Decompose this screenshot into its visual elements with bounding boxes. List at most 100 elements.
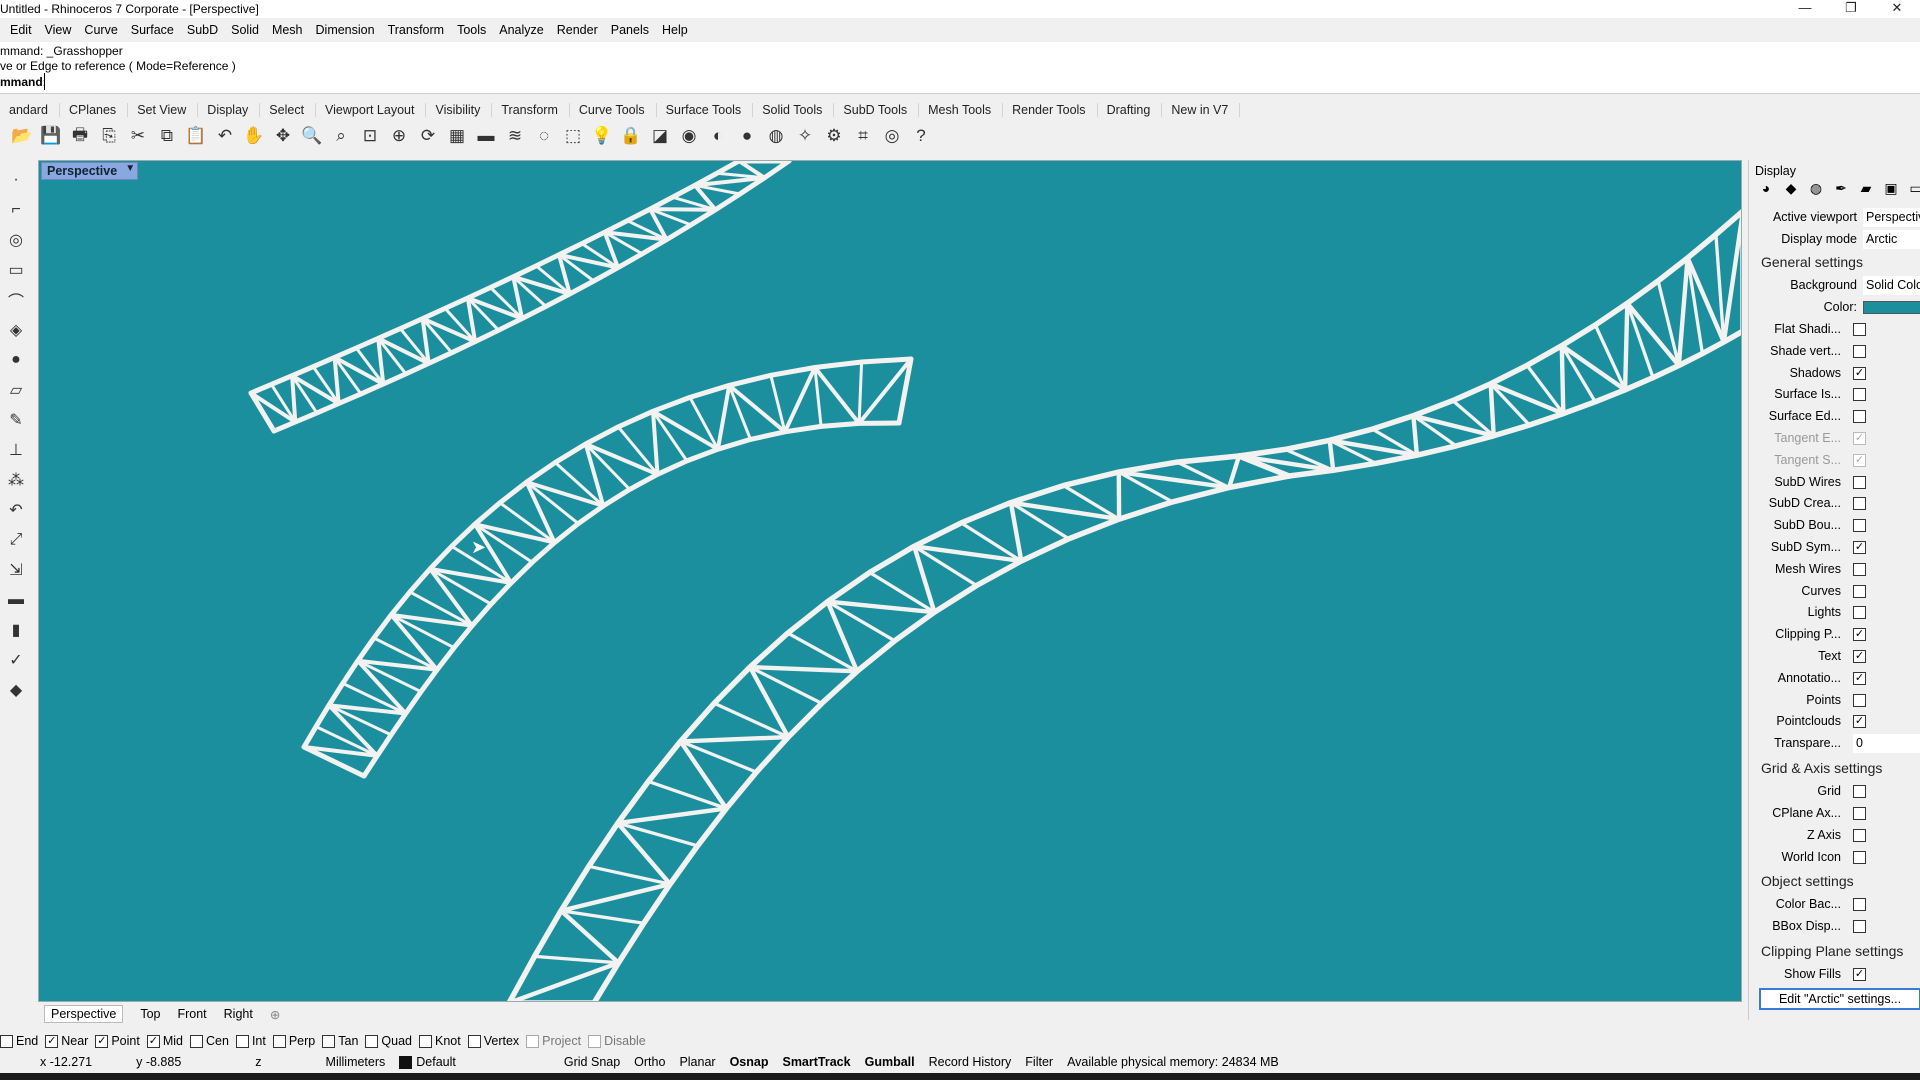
check-tool-icon[interactable]: ✓ [2, 646, 30, 674]
osnap-near[interactable]: ✓ Near [45, 1034, 88, 1048]
object-option-checkbox[interactable] [1853, 898, 1866, 912]
fillet-tool-icon[interactable]: ↶ [2, 496, 30, 524]
clipping-option-checkbox[interactable]: ✓ [1853, 968, 1866, 981]
display-option-checkbox[interactable]: ✓ [1853, 366, 1866, 380]
color-swatch[interactable] [1863, 301, 1920, 314]
osnap-quad[interactable]: Quad [365, 1034, 412, 1048]
menu-item-panels[interactable]: Panels [611, 23, 649, 37]
material-icon[interactable]: ◐ [706, 124, 730, 148]
layer-icon[interactable]: ≋ [503, 124, 527, 148]
options-icon[interactable]: ⚙ [822, 124, 846, 148]
undo-icon[interactable]: ↶ [213, 124, 237, 148]
osnap-vertex[interactable]: Vertex [467, 1034, 519, 1048]
osnap-cen[interactable]: Cen [190, 1034, 229, 1048]
toolbar-tab[interactable]: Set View [128, 102, 199, 117]
toolbar-tab[interactable]: Display [198, 102, 261, 117]
print-icon[interactable]: 🖶 [68, 124, 92, 148]
display-option-checkbox[interactable] [1853, 344, 1866, 358]
minimize-button[interactable]: — [1782, 0, 1828, 18]
gumball-icon[interactable]: ✧ [793, 124, 817, 148]
display-option-checkbox[interactable]: ✓ [1853, 432, 1866, 445]
background-field-value[interactable]: Solid Color [1863, 276, 1920, 295]
viewport-title[interactable]: Perspective ▼ [41, 162, 139, 180]
osnap-checkbox[interactable] [272, 1034, 286, 1048]
menu-item-transform[interactable]: Transform [388, 23, 445, 37]
add-viewport-icon[interactable]: ⊕ [270, 1007, 280, 1022]
maximize-button[interactable]: ❐ [1828, 0, 1874, 18]
globe-icon[interactable]: ◎ [880, 124, 904, 148]
caret-down-icon[interactable]: ▼ [125, 163, 135, 174]
osnap-checkbox[interactable] [0, 1034, 13, 1048]
circle-tool-icon[interactable]: ◎ [2, 226, 30, 254]
display-option-checkbox[interactable] [1853, 323, 1866, 336]
osnap-checkbox[interactable] [235, 1034, 249, 1048]
display-option-checkbox[interactable]: ✓ [1853, 671, 1866, 685]
display-option-checkbox[interactable] [1853, 693, 1866, 707]
menu-item-curve[interactable]: Curve [84, 23, 117, 37]
menu-item-analyze[interactable]: Analyze [499, 23, 543, 37]
paint-tool-icon[interactable]: ◆ [2, 676, 30, 704]
select-icon[interactable]: ⬚ [561, 124, 585, 148]
shaded-icon[interactable]: ● [735, 124, 759, 148]
command-input[interactable] [44, 73, 1914, 90]
osnap-disable[interactable]: Disable [588, 1034, 646, 1048]
viewport-tab-perspective[interactable]: Perspective [44, 1005, 124, 1023]
units-label[interactable]: Millimeters [326, 1055, 386, 1069]
osnap-checkbox[interactable] [419, 1034, 432, 1048]
osnap-int[interactable]: Int [235, 1034, 266, 1048]
toolbar-tab[interactable]: Curve Tools [570, 102, 657, 117]
toolbar-tab[interactable]: Mesh Tools [919, 102, 1004, 117]
toolbar-tab[interactable]: Select [260, 102, 317, 117]
material-icon[interactable]: ◆ [1780, 180, 1802, 198]
menu-item-render[interactable]: Render [557, 23, 598, 37]
display-option-checkbox[interactable] [1853, 519, 1866, 533]
edit-display-mode-button[interactable]: Edit "Arctic" settings... [1759, 988, 1920, 1010]
toolbar-tab[interactable]: Visibility [426, 102, 493, 117]
grid-snap-toggle[interactable]: Grid Snap [564, 1055, 620, 1069]
menu-item-surface[interactable]: Surface [131, 23, 174, 37]
osnap-point[interactable]: ✓ Point [95, 1034, 140, 1048]
display-option-checkbox[interactable] [1853, 584, 1866, 598]
display-option-checkbox[interactable] [1853, 410, 1866, 424]
osnap-checkbox[interactable] [588, 1034, 602, 1048]
import-icon[interactable]: ⎘ [97, 124, 121, 148]
menu-item-mesh[interactable]: Mesh [272, 23, 303, 37]
scale-tool-icon[interactable]: ⤢ [2, 526, 30, 554]
display-option-checkbox[interactable] [1853, 606, 1866, 620]
pen-icon[interactable]: ✒ [1830, 180, 1852, 198]
curve-tool-icon[interactable]: ⌒ [2, 286, 30, 314]
mesh-tool-icon[interactable]: ▱ [2, 376, 30, 404]
close-button[interactable]: ✕ [1874, 0, 1920, 18]
layer-indicator[interactable]: Default [399, 1055, 470, 1070]
cut-icon[interactable]: ✂ [126, 124, 150, 148]
properties-icon[interactable]: ▬ [474, 124, 498, 148]
light-icon[interactable]: 💡 [590, 124, 614, 148]
viewport-tab-top[interactable]: Top [140, 1007, 160, 1021]
point-icon[interactable]: ◌ [532, 124, 556, 148]
menu-item-help[interactable]: Help [662, 23, 688, 37]
copy-icon[interactable]: ⧉ [155, 124, 179, 148]
zoom-selected-icon[interactable]: ⊕ [387, 124, 411, 148]
toolbar-tab[interactable]: SubD Tools [834, 102, 920, 117]
zoom-extents-icon[interactable]: ⊡ [358, 124, 382, 148]
osnap-checkbox[interactable] [190, 1034, 203, 1048]
help-icon[interactable]: ? [909, 124, 933, 148]
osnap-checkbox[interactable] [526, 1034, 540, 1048]
toolbar-tab[interactable]: Render Tools [1003, 102, 1098, 117]
zoom-icon[interactable]: 🔍 [300, 124, 324, 148]
filter-toggle[interactable]: Filter [1025, 1055, 1053, 1069]
display-option-checkbox[interactable] [1853, 562, 1866, 576]
paste-icon[interactable]: 📋 [184, 124, 208, 148]
toolbar-tab[interactable]: CPlanes [60, 102, 129, 117]
polyline-tool-icon[interactable]: ⌐ [2, 196, 30, 224]
menu-item-solid[interactable]: Solid [231, 23, 259, 37]
toolbar-tab[interactable]: New in V7 [1162, 102, 1241, 117]
osnap-end[interactable]: End [0, 1034, 38, 1048]
menu-item-edit[interactable]: Edit [10, 23, 32, 37]
osnap-checkbox[interactable]: ✓ [146, 1034, 160, 1048]
record-history-toggle[interactable]: Record History [929, 1055, 1012, 1069]
display-option-checkbox[interactable] [1853, 475, 1866, 489]
lock-icon[interactable]: 🔒 [619, 124, 643, 148]
open-icon[interactable]: 📂 [10, 124, 34, 148]
osnap-checkbox[interactable] [322, 1034, 336, 1048]
